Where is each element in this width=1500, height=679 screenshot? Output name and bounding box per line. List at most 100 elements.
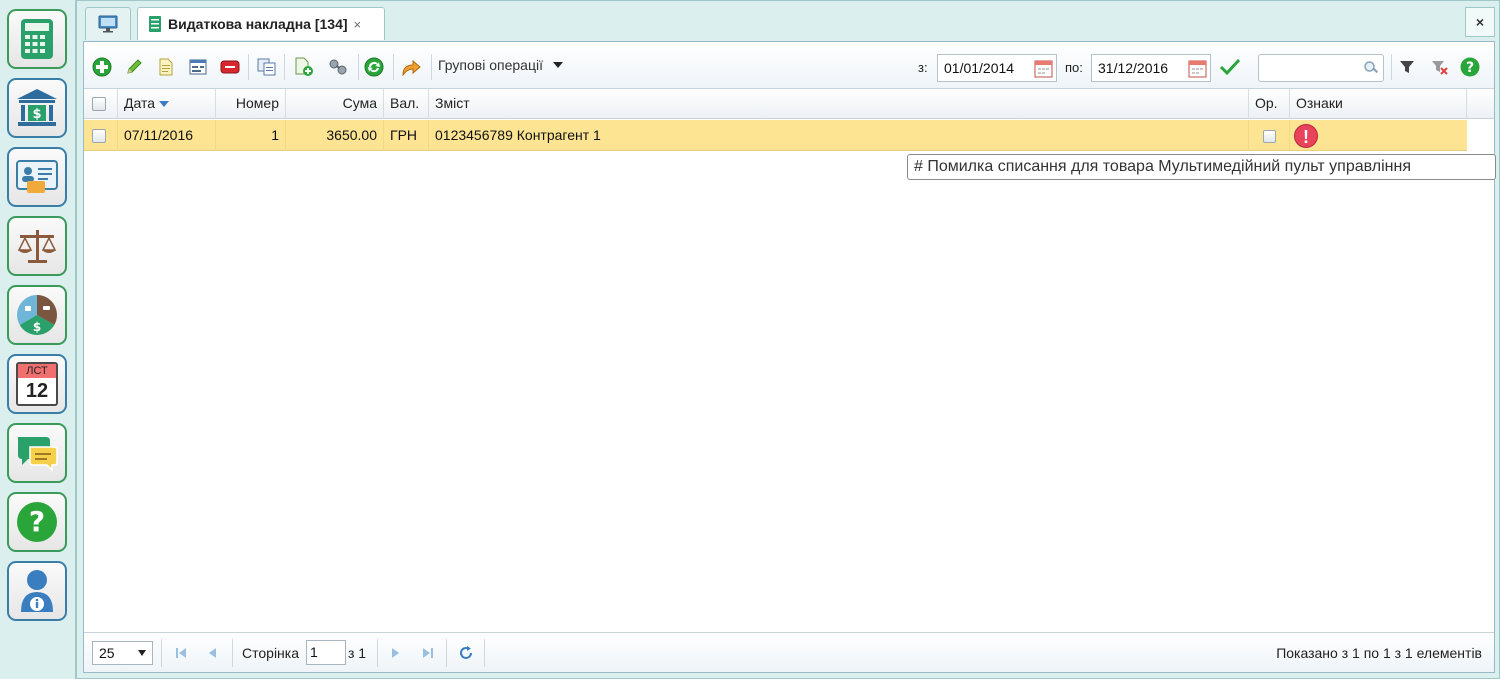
tab-close-icon[interactable]: × bbox=[354, 17, 362, 32]
column-header-content[interactable]: Зміст bbox=[429, 89, 1249, 119]
column-header-posted[interactable]: Ор. bbox=[1249, 89, 1290, 119]
date-to-field[interactable]: 31/12/2016 bbox=[1091, 54, 1211, 82]
scales-icon bbox=[17, 230, 57, 263]
tab-desktop[interactable] bbox=[85, 7, 131, 40]
page-number-input[interactable]: 1 bbox=[306, 640, 346, 665]
pager-separator bbox=[484, 639, 485, 667]
column-number-label: Номер bbox=[235, 95, 279, 111]
svg-text:?: ? bbox=[29, 505, 45, 538]
sidebar-item-scales[interactable] bbox=[7, 216, 67, 276]
column-posted-label: Ор. bbox=[1255, 95, 1278, 111]
toolbar: Групові операції з: 01/01/2014 по: 31/12… bbox=[84, 42, 1494, 89]
select-all-checkbox[interactable] bbox=[92, 97, 106, 112]
sidebar-item-user-info[interactable] bbox=[7, 561, 67, 621]
edit-button[interactable] bbox=[123, 56, 145, 78]
remove-icon bbox=[220, 60, 240, 74]
pager-separator bbox=[377, 639, 378, 667]
date-from-field[interactable]: 01/01/2014 bbox=[937, 54, 1057, 82]
group-operations-dropdown[interactable]: Групові операції bbox=[438, 57, 563, 73]
document-icon bbox=[159, 58, 173, 76]
calculator-icon bbox=[21, 19, 53, 59]
forward-arrow-icon bbox=[402, 59, 421, 76]
tab-strip: Видаткова накладна [134] × × bbox=[77, 1, 1499, 41]
create-based-on-button[interactable] bbox=[293, 56, 315, 78]
search-input[interactable] bbox=[1263, 56, 1363, 80]
view-button[interactable] bbox=[155, 56, 177, 78]
calendar-picker-icon[interactable] bbox=[1034, 59, 1053, 78]
column-header-flags[interactable]: Ознаки bbox=[1290, 89, 1467, 119]
column-header-amount[interactable]: Сума bbox=[286, 89, 384, 119]
warning-icon[interactable]: ! bbox=[1294, 124, 1318, 148]
sidebar-item-contacts[interactable] bbox=[7, 147, 67, 207]
details-button[interactable] bbox=[187, 56, 209, 78]
sidebar-item-chat[interactable] bbox=[7, 423, 67, 483]
bank-icon: $ bbox=[17, 89, 57, 126]
svg-text:?: ? bbox=[1466, 60, 1474, 76]
search-box[interactable] bbox=[1258, 54, 1384, 82]
filter-button[interactable] bbox=[1396, 56, 1418, 78]
apply-date-button[interactable] bbox=[1219, 56, 1241, 78]
cell-amount: 3650.00 bbox=[286, 120, 384, 151]
content-panel: Групові операції з: 01/01/2014 по: 31/12… bbox=[83, 41, 1496, 673]
sidebar-item-calculator[interactable] bbox=[7, 9, 67, 69]
page-label: Сторінка bbox=[242, 645, 299, 661]
date-from-value: 01/01/2014 bbox=[944, 60, 1015, 76]
clear-filter-button[interactable] bbox=[1429, 56, 1451, 78]
table-row[interactable]: 07/11/2016 1 3650.00 ГРН 0123456789 Конт… bbox=[84, 120, 1467, 151]
link-icon bbox=[329, 59, 347, 75]
sidebar-item-calendar[interactable]: ЛСТ 12 bbox=[7, 354, 67, 414]
window-close-icon[interactable]: × bbox=[1465, 7, 1495, 37]
reload-button[interactable] bbox=[458, 645, 474, 661]
links-button[interactable] bbox=[327, 56, 349, 78]
column-flags-label: Ознаки bbox=[1296, 95, 1343, 111]
refresh-post-button[interactable] bbox=[363, 56, 385, 78]
prev-page-button[interactable] bbox=[204, 645, 220, 661]
group-operations-label: Групові операції bbox=[438, 57, 543, 73]
sidebar-item-bank[interactable]: $ bbox=[7, 78, 67, 138]
posted-checkbox[interactable] bbox=[1263, 129, 1276, 143]
select-all-checkbox-cell[interactable] bbox=[84, 89, 118, 119]
contact-card-icon bbox=[16, 160, 58, 193]
chat-icon bbox=[18, 437, 58, 472]
sort-desc-icon bbox=[159, 101, 170, 108]
left-sidebar: $ $ ЛСТ 12 ? bbox=[0, 0, 76, 679]
last-page-button[interactable] bbox=[420, 645, 436, 661]
warning-tooltip: # Помилка списання для товара Мультимеді… bbox=[907, 154, 1496, 180]
add-button[interactable] bbox=[91, 56, 113, 78]
svg-text:$: $ bbox=[33, 320, 41, 334]
row-checkbox[interactable] bbox=[92, 129, 106, 144]
copy-icon bbox=[257, 58, 276, 76]
help-icon: ? bbox=[17, 502, 57, 542]
help-button[interactable]: ? bbox=[1459, 56, 1481, 78]
page-size-select[interactable]: 25 bbox=[92, 641, 153, 665]
pencil-icon bbox=[127, 59, 142, 74]
cell-posted[interactable] bbox=[1249, 120, 1290, 151]
search-icon[interactable] bbox=[1363, 60, 1379, 76]
next-page-button[interactable] bbox=[388, 645, 404, 661]
page-total-label: з 1 bbox=[348, 645, 367, 661]
tab-invoice[interactable]: Видаткова накладна [134] × bbox=[137, 7, 385, 40]
date-to-value: 31/12/2016 bbox=[1098, 60, 1169, 76]
first-page-button[interactable] bbox=[173, 645, 189, 661]
property-chart-icon: $ bbox=[17, 295, 57, 335]
date-to-label: по: bbox=[1065, 60, 1083, 75]
column-header-date[interactable]: Дата bbox=[118, 89, 216, 119]
column-header-currency[interactable]: Вал. bbox=[384, 89, 429, 119]
page-size-value: 25 bbox=[99, 645, 115, 661]
forward-button[interactable] bbox=[400, 56, 422, 78]
column-currency-label: Вал. bbox=[390, 95, 420, 111]
toolbar-separator bbox=[248, 54, 249, 80]
column-header-number[interactable]: Номер bbox=[216, 89, 286, 119]
refresh-icon bbox=[460, 646, 472, 659]
cell-date: 07/11/2016 bbox=[118, 120, 216, 151]
recycle-icon bbox=[364, 57, 384, 77]
cell-currency: ГРН bbox=[384, 120, 429, 151]
main-frame: Видаткова накладна [134] × × Групові опе… bbox=[76, 0, 1500, 679]
copy-button[interactable] bbox=[256, 56, 278, 78]
calendar-icon: ЛСТ 12 bbox=[16, 362, 58, 406]
row-checkbox-cell[interactable] bbox=[84, 120, 118, 151]
sidebar-item-property[interactable]: $ bbox=[7, 285, 67, 345]
delete-button[interactable] bbox=[219, 56, 241, 78]
calendar-picker-icon[interactable] bbox=[1188, 59, 1207, 78]
sidebar-item-help[interactable]: ? bbox=[7, 492, 67, 552]
